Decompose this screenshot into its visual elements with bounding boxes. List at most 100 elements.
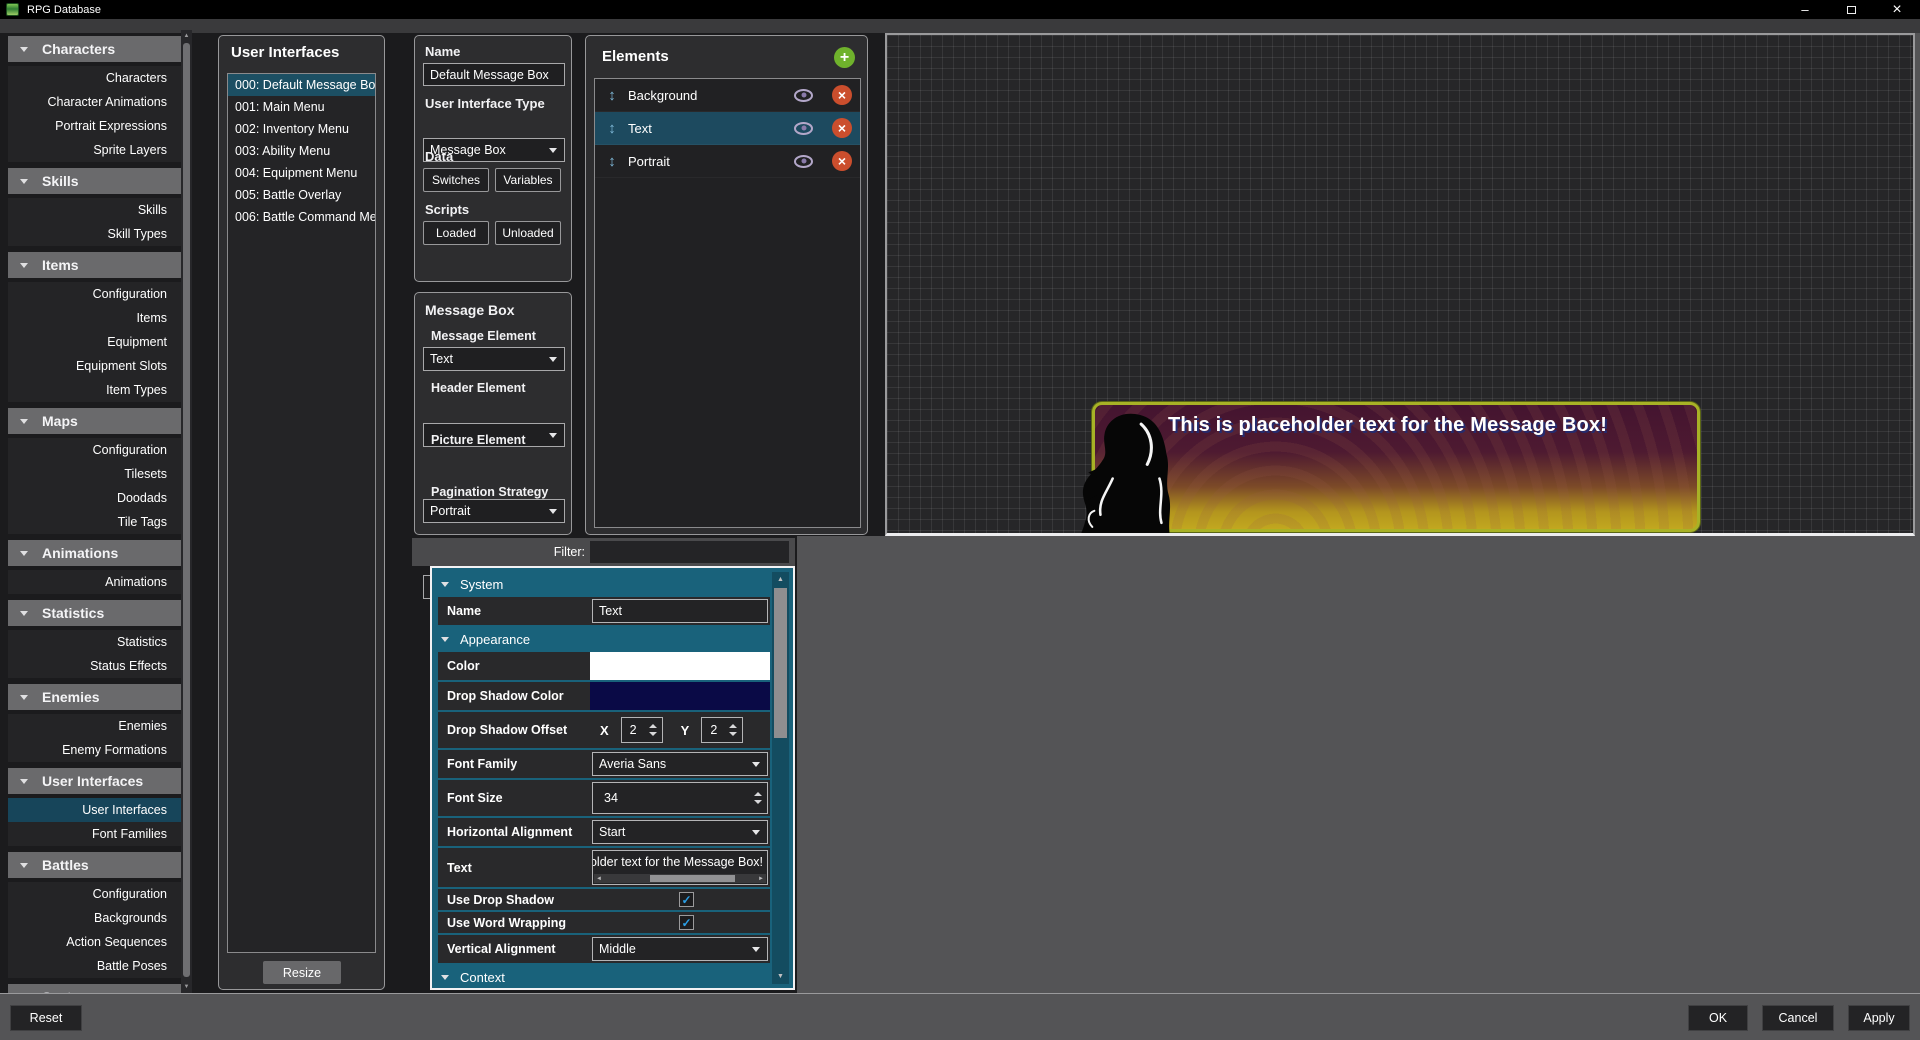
sidebar-item-tile-tags[interactable]: Tile Tags: [8, 510, 181, 534]
list-item[interactable]: 004: Equipment Menu: [228, 162, 375, 184]
minimize-button[interactable]: –: [1782, 0, 1828, 19]
scroll-left-icon[interactable]: ◄: [594, 876, 604, 882]
sidebar-item-character-animations[interactable]: Character Animations: [8, 90, 181, 114]
delete-element-button[interactable]: ×: [832, 85, 852, 105]
sidebar-section-system[interactable]: System: [8, 984, 181, 993]
element-row-text[interactable]: ↕ Text ×: [595, 112, 860, 145]
message-element-dropdown[interactable]: Text: [423, 347, 565, 371]
loaded-button[interactable]: Loaded: [423, 221, 489, 245]
ok-button[interactable]: OK: [1688, 1005, 1748, 1031]
sidebar-item-skill-types[interactable]: Skill Types: [8, 222, 181, 246]
sidebar-item-enemies[interactable]: Enemies: [8, 714, 181, 738]
name-value-input[interactable]: Text: [592, 599, 768, 623]
visibility-eye-icon[interactable]: [794, 122, 813, 135]
apply-button[interactable]: Apply: [1848, 1005, 1910, 1031]
sidebar-item-equipment-slots[interactable]: Equipment Slots: [8, 354, 181, 378]
drag-handle-icon[interactable]: ↕: [603, 120, 621, 137]
font-size-stepper[interactable]: 34: [592, 782, 768, 814]
add-element-button[interactable]: +: [834, 47, 855, 68]
spin-up-icon[interactable]: [649, 724, 657, 728]
sidebar-item-items-configuration[interactable]: Configuration: [8, 282, 181, 306]
delete-element-button[interactable]: ×: [832, 118, 852, 138]
preview-canvas[interactable]: This is placeholder text for the Message…: [885, 33, 1915, 536]
sidebar-section-characters[interactable]: Characters: [8, 36, 181, 62]
scroll-right-icon[interactable]: ►: [756, 876, 766, 882]
sidebar-item-item-types[interactable]: Item Types: [8, 378, 181, 402]
sidebar-item-sprite-layers[interactable]: Sprite Layers: [8, 138, 181, 162]
list-item[interactable]: 001: Main Menu: [228, 96, 375, 118]
element-row-background[interactable]: ↕ Background ×: [595, 79, 860, 112]
use-drop-shadow-checkbox[interactable]: ✓: [679, 892, 694, 907]
drag-handle-icon[interactable]: ↕: [603, 153, 621, 170]
sidebar-section-enemies[interactable]: Enemies: [8, 684, 181, 710]
cancel-button[interactable]: Cancel: [1762, 1005, 1834, 1031]
sidebar-item-animations[interactable]: Animations: [8, 570, 181, 594]
sidebar-item-items[interactable]: Items: [8, 306, 181, 330]
switches-button[interactable]: Switches: [423, 168, 489, 192]
name-input[interactable]: Default Message Box: [423, 63, 565, 86]
text-value-input[interactable]: older text for the Message Box! ◄ ►: [592, 850, 768, 885]
sidebar-section-battles[interactable]: Battles: [8, 852, 181, 878]
list-item[interactable]: 000: Default Message Box: [228, 74, 375, 96]
reset-button[interactable]: Reset: [10, 1005, 82, 1031]
scrollbar-thumb[interactable]: [183, 43, 190, 977]
sidebar-item-equipment[interactable]: Equipment: [8, 330, 181, 354]
variables-button[interactable]: Variables: [495, 168, 561, 192]
scroll-up-icon[interactable]: ▲: [181, 33, 192, 39]
sidebar-item-characters[interactable]: Characters: [8, 66, 181, 90]
sidebar-item-battle-poses[interactable]: Battle Poses: [8, 954, 181, 978]
drop-shadow-color-swatch[interactable]: [590, 682, 770, 710]
list-item[interactable]: 002: Inventory Menu: [228, 118, 375, 140]
sidebar-item-battles-configuration[interactable]: Configuration: [8, 882, 181, 906]
sidebar-item-maps-configuration[interactable]: Configuration: [8, 438, 181, 462]
sidebar-section-skills[interactable]: Skills: [8, 168, 181, 194]
section-header-system[interactable]: System: [438, 572, 770, 596]
sidebar-item-tilesets[interactable]: Tilesets: [8, 462, 181, 486]
sidebar-item-user-interfaces[interactable]: User Interfaces: [8, 798, 181, 822]
drag-handle-icon[interactable]: ↕: [603, 87, 621, 104]
sidebar-item-skills[interactable]: Skills: [8, 198, 181, 222]
scroll-down-icon[interactable]: ▼: [772, 973, 789, 980]
spin-down-icon[interactable]: [649, 732, 657, 736]
sidebar-item-doodads[interactable]: Doodads: [8, 486, 181, 510]
color-swatch[interactable]: [590, 652, 770, 680]
close-button[interactable]: ×: [1874, 0, 1920, 19]
visibility-eye-icon[interactable]: [794, 89, 813, 102]
visibility-eye-icon[interactable]: [794, 155, 813, 168]
sidebar-item-statistics[interactable]: Statistics: [8, 630, 181, 654]
spin-up-icon[interactable]: [729, 724, 737, 728]
scroll-up-icon[interactable]: ▲: [772, 576, 789, 583]
element-row-portrait[interactable]: ↕ Portrait ×: [595, 145, 860, 178]
section-header-appearance[interactable]: Appearance: [438, 627, 770, 651]
spin-up-icon[interactable]: [754, 792, 762, 796]
sidebar-item-status-effects[interactable]: Status Effects: [8, 654, 181, 678]
use-word-wrapping-checkbox[interactable]: ✓: [679, 915, 694, 930]
unloaded-button[interactable]: Unloaded: [495, 221, 561, 245]
list-item[interactable]: 006: Battle Command Menu: [228, 206, 375, 228]
filter-input[interactable]: [590, 541, 789, 563]
sidebar-section-items[interactable]: Items: [8, 252, 181, 278]
scroll-down-icon[interactable]: ▼: [181, 984, 192, 990]
sidebar-section-user-interfaces[interactable]: User Interfaces: [8, 768, 181, 794]
sidebar-scrollbar[interactable]: ▲ ▼: [181, 30, 192, 993]
scrollbar-thumb[interactable]: [774, 588, 787, 738]
property-grid-scrollbar[interactable]: ▲ ▼: [772, 572, 789, 984]
list-item[interactable]: 005: Battle Overlay: [228, 184, 375, 206]
sidebar-section-animations[interactable]: Animations: [8, 540, 181, 566]
sidebar-section-maps[interactable]: Maps: [8, 408, 181, 434]
vertical-alignment-dropdown[interactable]: Middle: [592, 937, 768, 961]
sidebar-item-portrait-expressions[interactable]: Portrait Expressions: [8, 114, 181, 138]
sidebar-item-backgrounds[interactable]: Backgrounds: [8, 906, 181, 930]
offset-y-stepper[interactable]: 2: [701, 717, 743, 743]
spin-down-icon[interactable]: [754, 800, 762, 804]
sidebar-item-enemy-formations[interactable]: Enemy Formations: [8, 738, 181, 762]
spin-down-icon[interactable]: [729, 732, 737, 736]
picture-element-dropdown[interactable]: Portrait: [423, 499, 565, 523]
text-horizontal-scrollbar[interactable]: ◄ ►: [594, 874, 766, 883]
restore-button[interactable]: [1828, 0, 1874, 19]
section-header-context[interactable]: Context: [438, 965, 770, 989]
offset-x-stepper[interactable]: 2: [621, 717, 663, 743]
resize-button[interactable]: Resize: [263, 961, 341, 984]
scrollbar-thumb[interactable]: [650, 875, 735, 882]
sidebar-item-action-sequences[interactable]: Action Sequences: [8, 930, 181, 954]
